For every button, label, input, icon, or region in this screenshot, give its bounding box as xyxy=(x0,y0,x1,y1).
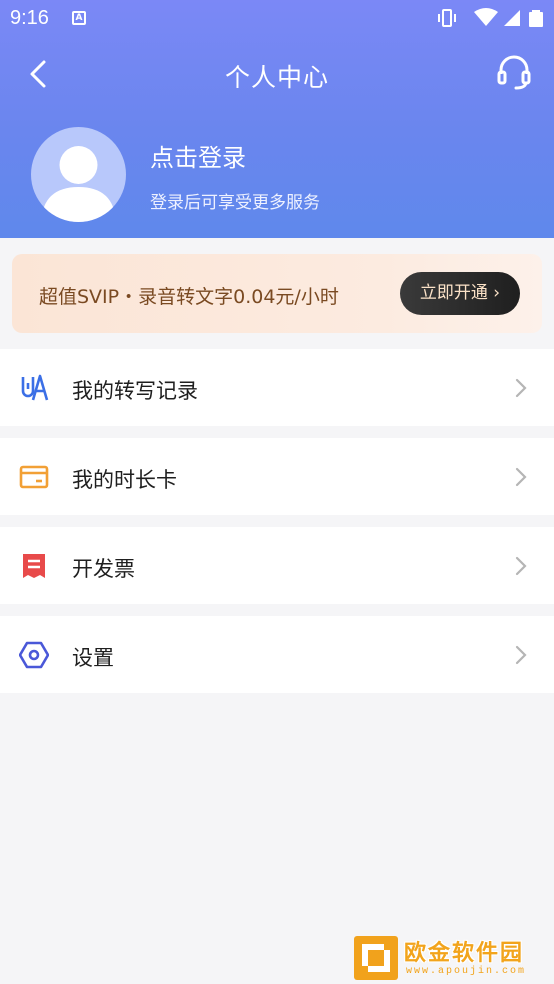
status-time: 9:16 xyxy=(10,7,49,29)
receipt-icon xyxy=(23,554,45,578)
default-user-icon xyxy=(41,146,116,222)
chevron-right-icon xyxy=(515,645,527,665)
login-title[interactable]: 点击登录 xyxy=(150,138,246,173)
signal-icon xyxy=(504,10,520,26)
nav-bar: 个人中心 xyxy=(0,40,554,108)
settings-hexagon-icon xyxy=(19,641,49,669)
menu-label-invoice: 开发票 xyxy=(72,557,135,581)
watermark-text: 欧金软件园 xyxy=(404,941,525,966)
status-icons xyxy=(438,8,543,27)
watermark-logo xyxy=(354,936,398,980)
profile-header: 9:16 A 个人中心 点击登录 登录后可享受更多服务 xyxy=(0,0,554,238)
chevron-right-icon xyxy=(515,467,527,487)
headset-support-icon[interactable] xyxy=(496,54,532,92)
watermark-url: www.apoujin.com xyxy=(406,966,527,977)
menu-item-transcripts[interactable]: 我的转写记录 xyxy=(0,349,554,426)
notification-a-icon: A xyxy=(72,11,86,25)
menu-item-invoice[interactable]: 开发票 xyxy=(0,527,554,604)
login-subtitle: 登录后可享受更多服务 xyxy=(150,193,320,213)
watermark: 欧金软件园 www.apoujin.com xyxy=(354,934,550,982)
vibrate-icon xyxy=(438,9,456,27)
menu-label-transcripts: 我的转写记录 xyxy=(72,379,198,403)
svip-banner-text: 超值SVIP・录音转文字0.04元/小时 xyxy=(39,286,339,308)
menu-label-settings: 设置 xyxy=(72,646,114,670)
status-bar: 9:16 A xyxy=(0,0,554,36)
page-title: 个人中心 xyxy=(224,63,329,92)
menu-label-time-card: 我的时长卡 xyxy=(72,468,177,492)
chevron-right-icon xyxy=(515,556,527,576)
avatar[interactable] xyxy=(31,127,126,222)
transcript-icon xyxy=(21,374,49,401)
battery-icon xyxy=(529,10,543,27)
menu-item-time-card[interactable]: 我的时长卡 xyxy=(0,438,554,515)
menu-item-settings[interactable]: 设置 xyxy=(0,616,554,693)
card-icon xyxy=(19,465,49,489)
wifi-icon xyxy=(474,8,498,26)
svip-banner[interactable]: 超值SVIP・录音转文字0.04元/小时 立即开通 › xyxy=(12,254,542,333)
chevron-right-icon xyxy=(515,378,527,398)
open-svip-button[interactable]: 立即开通 › xyxy=(400,272,520,315)
